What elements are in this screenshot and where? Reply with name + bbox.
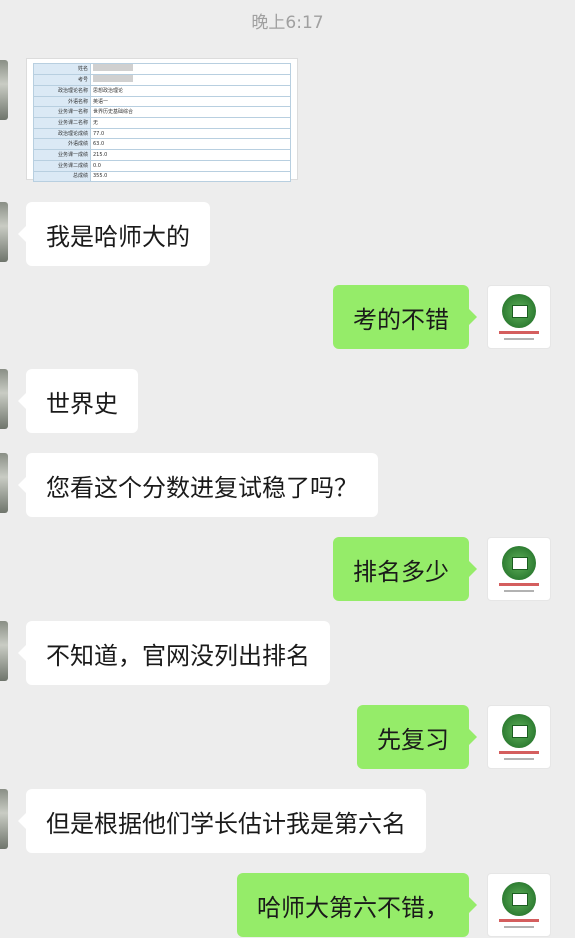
score-table: 姓名 考号 政治理论名称 思想政治理论 外语名称 英语一 业务课一名称 世界历史基础综… — [33, 63, 291, 183]
contact-avatar[interactable] — [0, 60, 8, 120]
table-row: 政治理论名称 思想政治理论 — [33, 85, 291, 97]
timestamp: 晚上6:17 — [251, 13, 324, 33]
message-bubble-incoming[interactable]: 不知道，官网没列出排名 — [18, 621, 330, 685]
table-row: 业务课一成绩 215.0 — [33, 149, 291, 161]
school-logo-icon — [502, 294, 536, 328]
table-row: 总成绩 355.0 — [33, 170, 291, 183]
logo-text-mark — [499, 583, 539, 586]
row-label: 政治理论成绩 — [33, 127, 91, 140]
row-value: 355.0 — [90, 170, 291, 183]
score-screenshot-message[interactable]: 姓名 考号 政治理论名称 思想政治理论 外语名称 英语一 业务课一名称 世界历史基础综… — [26, 58, 298, 183]
message-bubble-incoming[interactable]: 世界史 — [18, 369, 138, 433]
row-value: 世界历史基础综合 — [90, 106, 291, 119]
message-bubble-incoming[interactable]: 我是哈师大的 — [18, 202, 210, 266]
row-value: 63.0 — [90, 138, 291, 151]
contact-avatar[interactable] — [0, 202, 8, 262]
row-value: 77.0 — [90, 127, 291, 140]
row-value: 思想政治理论 — [90, 85, 291, 97]
table-row: 外语成绩 63.0 — [33, 138, 291, 151]
my-avatar[interactable] — [487, 873, 551, 937]
row-value — [90, 63, 291, 75]
row-value: 0.0 — [90, 159, 291, 172]
row-label: 业务课一名称 — [33, 106, 91, 119]
message-bubble-outgoing[interactable]: 哈师大第六不错， — [237, 873, 477, 937]
contact-avatar[interactable] — [0, 453, 8, 513]
logo-text-mark — [504, 590, 534, 592]
message-bubble-incoming[interactable]: 但是根据他们学长估计我是第六名 — [18, 789, 426, 853]
row-label: 业务课二成绩 — [33, 159, 91, 172]
row-value: 英语一 — [90, 95, 291, 108]
row-label: 业务课二名称 — [33, 117, 91, 129]
table-row: 外语名称 英语一 — [33, 95, 291, 108]
row-value: 无 — [90, 117, 291, 129]
table-row: 业务课一名称 世界历史基础综合 — [33, 106, 291, 119]
table-row: 政治理论成绩 77.0 — [33, 127, 291, 140]
row-label: 业务课一成绩 — [33, 149, 91, 161]
logo-text-mark — [499, 919, 539, 922]
row-label: 政治理论名称 — [33, 85, 91, 97]
logo-text-mark — [504, 758, 534, 760]
contact-avatar[interactable] — [0, 621, 8, 681]
message-bubble-incoming[interactable]: 您看这个分数进复试稳了吗？ — [18, 453, 378, 517]
table-row: 姓名 — [33, 63, 291, 75]
message-bubble-outgoing[interactable]: 排名多少 — [333, 537, 477, 601]
table-row: 考号 — [33, 74, 291, 86]
my-avatar[interactable] — [487, 285, 551, 349]
table-row: 业务课二成绩 0.0 — [33, 159, 291, 172]
my-avatar[interactable] — [487, 705, 551, 769]
redacted-value — [93, 75, 133, 82]
contact-avatar[interactable] — [0, 369, 8, 429]
row-label: 外语名称 — [33, 95, 91, 108]
redacted-value — [93, 64, 133, 71]
table-row: 业务课二名称无 — [33, 117, 291, 129]
logo-text-mark — [504, 338, 534, 340]
logo-text-mark — [504, 926, 534, 928]
school-logo-icon — [502, 546, 536, 580]
my-avatar[interactable] — [487, 537, 551, 601]
logo-text-mark — [499, 751, 539, 754]
row-value — [90, 74, 291, 86]
row-label: 姓名 — [33, 63, 91, 75]
school-logo-icon — [502, 714, 536, 748]
row-label: 外语成绩 — [33, 138, 91, 151]
contact-avatar[interactable] — [0, 789, 8, 849]
message-bubble-outgoing[interactable]: 先复习 — [357, 705, 477, 769]
message-bubble-outgoing[interactable]: 考的不错 — [333, 285, 477, 349]
row-label: 考号 — [33, 74, 91, 86]
logo-text-mark — [499, 331, 539, 334]
row-value: 215.0 — [90, 149, 291, 161]
row-label: 总成绩 — [33, 170, 91, 183]
school-logo-icon — [502, 882, 536, 916]
